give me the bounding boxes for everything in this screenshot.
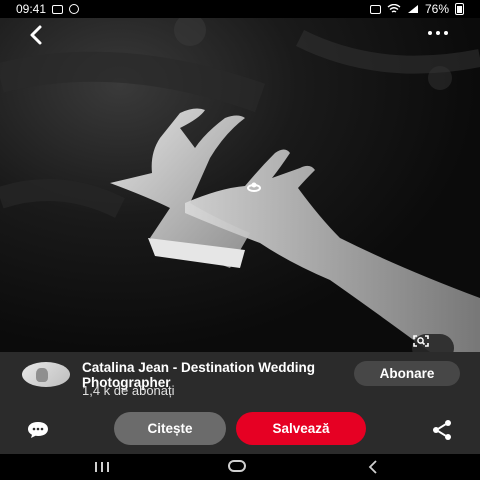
back-button[interactable] xyxy=(26,24,48,46)
author-avatar[interactable] xyxy=(22,362,70,387)
follower-count: 1,4 k de abonați xyxy=(82,383,175,398)
battery-icon xyxy=(455,3,464,15)
read-button[interactable]: Citește xyxy=(114,412,226,445)
back-arrow-icon xyxy=(30,25,42,45)
recent-apps-icon xyxy=(95,462,97,472)
pin-image-artwork xyxy=(0,18,480,352)
wifi-icon xyxy=(387,4,401,13)
gallery-notification-icon xyxy=(52,4,64,14)
status-bar: 09:41 76% xyxy=(0,0,480,18)
visual-search-icon xyxy=(413,335,429,347)
whatsapp-notification-icon xyxy=(69,4,80,14)
status-bar-left: 09:41 xyxy=(16,2,80,16)
follow-button[interactable]: Abonare xyxy=(354,361,460,386)
home-button[interactable] xyxy=(228,460,246,472)
nfc-icon xyxy=(369,4,381,14)
status-time: 09:41 xyxy=(16,2,47,16)
system-navigation-bar xyxy=(0,454,480,480)
save-button[interactable]: Salvează xyxy=(236,412,366,445)
recent-apps-button[interactable] xyxy=(95,462,111,472)
more-options-icon xyxy=(428,31,432,35)
signal-icon xyxy=(407,5,418,13)
system-back-icon xyxy=(368,460,377,474)
status-bar-right: 76% xyxy=(369,2,464,16)
visual-search-button[interactable] xyxy=(412,334,454,352)
comment-icon xyxy=(28,422,48,438)
more-options-button[interactable] xyxy=(428,24,456,42)
battery-percentage: 76% xyxy=(424,2,449,16)
share-button[interactable] xyxy=(430,418,454,442)
comment-button[interactable] xyxy=(26,420,50,440)
share-icon xyxy=(433,420,451,440)
pin-image[interactable] xyxy=(0,18,480,352)
system-back-button[interactable] xyxy=(366,460,380,474)
